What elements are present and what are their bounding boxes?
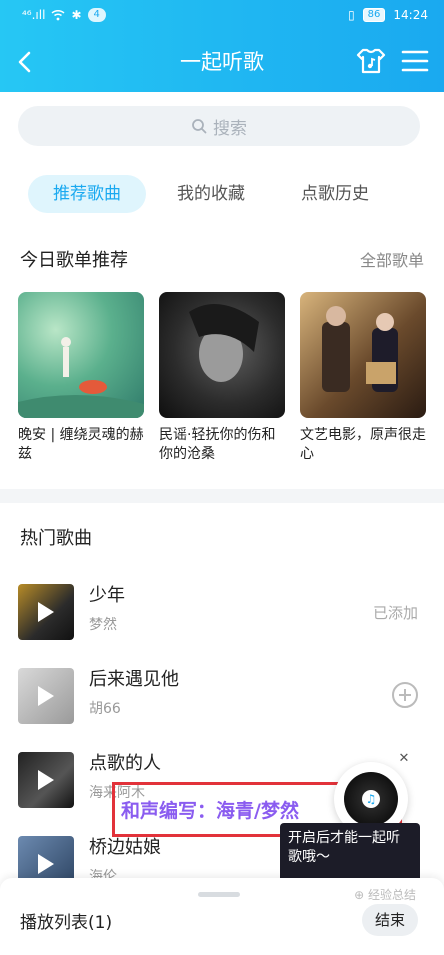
status-left: ⁴⁶.ıll ✱ 4 [22,8,106,22]
playlist-row: 晚安 | 缠绕灵魂的赫兹 民谣·轻抚你的伤和你的沧桑 文艺电影，原声很走心 [18,292,426,464]
lyric-caption-text: 和声编写：海青/梦然 [121,800,299,822]
search-placeholder: 搜索 [213,118,247,139]
battery-icon: 86 [362,8,386,22]
search-input[interactable]: 搜索 [18,106,420,146]
song-artist: 胡66 [89,701,121,717]
notification-count-badge: 4 [87,8,106,22]
today-header: 今日歌单推荐 全部歌单 [20,246,424,272]
playlist-card[interactable]: 晚安 | 缠绕灵魂的赫兹 [18,292,144,464]
hot-title: 热门歌曲 [20,528,92,549]
listen-together-icon: ♫ [362,790,380,808]
play-icon [38,854,54,874]
play-icon [38,602,54,622]
song-title: 后来遇见他 [89,669,179,690]
end-button[interactable]: 结束 [362,904,418,936]
theme-button[interactable] [354,44,388,78]
playlist-cover [159,292,285,418]
bluetooth-icon: ✱ [71,8,82,22]
tooltip: 开启后才能一起听歌哦～ [280,823,420,891]
signal-icon: ⁴⁶.ıll [22,8,46,22]
song-title: 少年 [89,585,125,606]
status-right: ▯ 86 14:24 [348,8,428,22]
playlist-name: 民谣·轻抚你的伤和你的沧桑 [159,427,276,462]
hamburger-menu-icon [401,50,429,72]
clock: 14:24 [393,8,428,22]
hot-header: 热门歌曲 [20,524,424,550]
add-song-icon[interactable] [392,682,418,708]
watermark: ⊕ 经验总结 [354,888,416,902]
playlist-cover [18,292,144,418]
wifi-icon [51,9,65,21]
song-title: 点歌的人 [89,753,161,774]
song-row[interactable]: 后来遇见他 胡66 [0,660,444,744]
close-icon[interactable]: ✕ [396,751,412,767]
song-row[interactable]: 少年 梦然 已添加 [0,576,444,660]
playlist-card[interactable]: 文艺电影，原声很走心 [300,292,426,464]
play-icon [38,686,54,706]
all-playlists-link[interactable]: 全部歌单 [360,247,424,271]
playlist-cover [300,292,426,418]
playlist-label: 播放列表(1) [20,913,113,933]
top-header: ⁴⁶.ıll ✱ 4 ▯ 86 14:24 一起听歌 [0,0,444,92]
vibrate-icon: ▯ [348,8,355,22]
section-divider [0,489,444,503]
song-cover [18,752,74,808]
film-couple-illustration [322,306,398,392]
umbrella-girl-illustration [18,337,144,418]
playlist-drawer[interactable]: ⊕ 经验总结 播放列表(1) 结束 [0,878,444,955]
playlist-name: 文艺电影，原声很走心 [300,427,426,462]
playlist-card[interactable]: 民谣·轻抚你的伤和你的沧桑 [159,292,285,464]
search-icon [192,119,207,134]
today-title: 今日歌单推荐 [20,250,128,271]
song-cover [18,584,74,640]
playlist-name: 晚安 | 缠绕灵魂的赫兹 [18,427,144,462]
play-icon [38,770,54,790]
added-status: 已添加 [372,604,418,622]
tab-recommended[interactable]: 推荐歌曲 [28,175,146,213]
tshirt-music-icon [356,48,386,74]
nav-row: 一起听歌 [0,40,444,84]
song-cover [18,668,74,724]
woman-portrait-illustration [189,304,259,382]
song-artist: 梦然 [89,617,117,633]
drag-handle[interactable] [198,892,240,897]
tab-bar: 推荐歌曲 我的收藏 点歌历史 [28,175,394,213]
menu-button[interactable] [398,44,432,78]
tab-history[interactable]: 点歌历史 [276,175,394,213]
tab-favorites[interactable]: 我的收藏 [152,175,270,213]
status-bar: ⁴⁶.ıll ✱ 4 ▯ 86 14:24 [0,0,444,32]
